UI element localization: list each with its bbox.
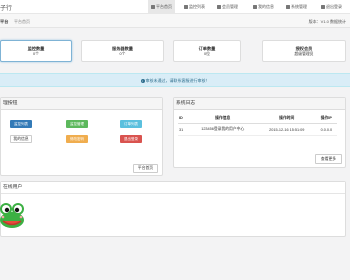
gear-icon	[286, 5, 290, 9]
my-info-button[interactable]: 我的信息	[10, 135, 32, 143]
list-icon	[184, 5, 188, 9]
panel-title: 在线用户	[1, 182, 345, 194]
change-password-button[interactable]: 修改密码	[66, 135, 88, 143]
column-header: 操作信息	[187, 113, 258, 124]
stat-card-members[interactable]: 授权会员 超级管理员	[262, 40, 346, 62]
version-label: 版本：V1.0 数据统计	[308, 19, 346, 24]
nav-item-home[interactable]: 平台首页	[148, 0, 175, 14]
stat-card-servers[interactable]: 服务器数量 0个	[81, 40, 164, 62]
stat-card-monitors[interactable]: 监控数量 0个	[0, 40, 72, 62]
nav-item-label: 退出登录	[326, 4, 342, 9]
online-users-panel: 在线用户	[0, 181, 346, 237]
users-icon	[217, 5, 221, 9]
table-cell: 123456登录我的用户中心	[187, 123, 258, 136]
logout-button[interactable]: 退出登录	[120, 135, 142, 143]
nav-item-label: 监控列表	[189, 4, 205, 9]
nav-item-members[interactable]: 会员管理	[214, 0, 241, 14]
view-more-button[interactable]: 查看更多	[315, 154, 342, 164]
nav-item-label: 系统管理	[291, 4, 307, 9]
table-cell: 0.0.0.0	[315, 123, 337, 136]
nav-item-label: 会员管理	[222, 4, 238, 9]
audit-notice: i 审核未通过，请联系客服进行审核！	[0, 73, 350, 87]
logout-icon	[321, 5, 325, 9]
breadcrumb: 平台 平台首页 版本：V1.0 数据统计	[0, 14, 350, 28]
panel-title: 系统日志	[174, 98, 345, 110]
nav-item-label: 平台首页	[156, 4, 172, 9]
home-button[interactable]: 平台首页	[133, 164, 158, 173]
stat-value: 0位	[204, 52, 210, 56]
quick-actions-panel: 理按钮 监控列表 监控管理 订单列表 我的信息 修改密码 退出登录 平台首页	[0, 97, 163, 176]
log-table: ID 操作信息 操作时间 操作IP 31 123456登录我的用户中心 2015…	[178, 113, 337, 136]
breadcrumb-current: 平台首页	[14, 19, 30, 24]
nav-item-system[interactable]: 系统管理	[283, 0, 310, 14]
column-header: ID	[178, 113, 188, 124]
user-icon	[253, 5, 257, 9]
table-cell: 31	[178, 123, 188, 136]
notice-text: 审核未通过，请联系客服进行审核！	[145, 78, 210, 83]
table-row: 31 123456登录我的用户中心 2015-12-16 15:51:09 0.…	[178, 123, 337, 136]
stat-value: 0个	[119, 52, 126, 56]
order-list-button[interactable]: 订单列表	[120, 120, 142, 128]
home-icon	[151, 5, 155, 9]
table-cell: 2015-12-16 15:51:09	[257, 123, 316, 136]
stat-value: 0个	[33, 52, 39, 56]
column-header: 操作时间	[257, 113, 316, 124]
monitor-manage-button[interactable]: 监控管理	[66, 120, 88, 128]
breadcrumb-home[interactable]: 平台	[0, 19, 8, 25]
stat-card-orders[interactable]: 订单数量 0位	[173, 40, 241, 62]
nav-item-logout[interactable]: 退出登录	[318, 0, 345, 14]
nav-item-my-info[interactable]: 我的信息	[250, 0, 277, 14]
nav-item-monitor-list[interactable]: 监控列表	[181, 0, 208, 14]
brand-title: 子行	[0, 6, 13, 12]
monitor-list-button[interactable]: 监控列表	[10, 120, 32, 128]
nav-item-label: 我的信息	[258, 4, 274, 9]
system-log-panel: 系统日志 ID 操作信息 操作时间 操作IP 31 123456登录我的用户中心…	[173, 97, 346, 168]
info-icon: i	[140, 78, 145, 83]
top-navbar: 子行 平台首页 监控列表 会员管理 我的信息 系统管理 退出登录	[0, 0, 350, 14]
column-header: 操作IP	[315, 113, 337, 124]
table-header-row: ID 操作信息 操作时间 操作IP	[178, 113, 337, 124]
frog-mascot-image	[0, 203, 24, 228]
stat-value: 超级管理员	[294, 52, 314, 56]
panel-title: 理按钮	[1, 98, 162, 110]
